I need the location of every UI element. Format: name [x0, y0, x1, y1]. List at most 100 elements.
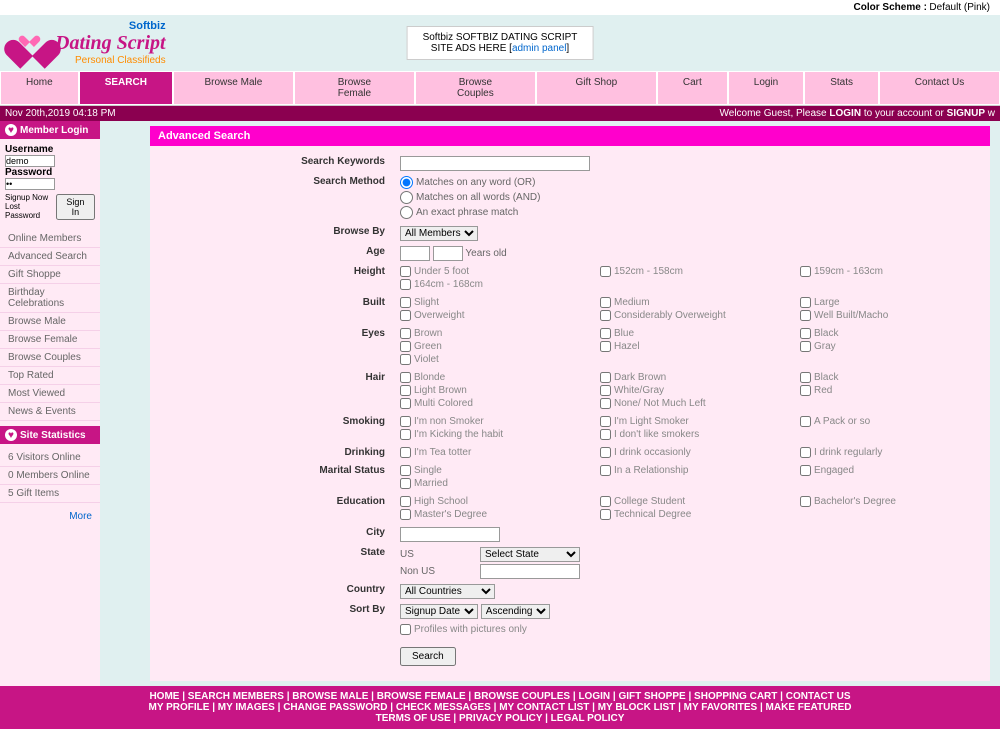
nav-contact[interactable]: Contact Us [879, 71, 1000, 105]
option-checkbox[interactable] [400, 478, 411, 489]
checkbox-option: Black [800, 328, 980, 339]
option-checkbox[interactable] [800, 465, 811, 476]
option-checkbox[interactable] [800, 496, 811, 507]
nav-stats[interactable]: Stats [804, 71, 879, 105]
nav-home[interactable]: Home [0, 71, 79, 105]
footer-line3[interactable]: TERMS OF USE | PRIVACY POLICY | LEGAL PO… [5, 713, 995, 724]
option-checkbox[interactable] [400, 279, 411, 290]
option-checkbox[interactable] [800, 297, 811, 308]
more-link[interactable]: More [0, 508, 100, 525]
sidebar-most-viewed[interactable]: Most Viewed [0, 385, 100, 403]
sidebar-browse-couples[interactable]: Browse Couples [0, 349, 100, 367]
option-checkbox[interactable] [600, 385, 611, 396]
option-checkbox[interactable] [400, 266, 411, 277]
sortdir-select[interactable]: Ascending [481, 604, 550, 619]
sidebar-browse-female[interactable]: Browse Female [0, 331, 100, 349]
lost-password-link[interactable]: Lost Password [5, 202, 56, 220]
nav-browse-male[interactable]: Browse Male [173, 71, 294, 105]
option-checkbox[interactable] [400, 429, 411, 440]
option-checkbox[interactable] [400, 447, 411, 458]
nav-search[interactable]: SEARCH [79, 71, 173, 105]
signin-button[interactable]: Sign In [56, 194, 95, 220]
method-or-radio[interactable] [400, 176, 413, 189]
keywords-input[interactable] [400, 156, 590, 171]
option-checkbox[interactable] [600, 328, 611, 339]
option-checkbox[interactable] [600, 447, 611, 458]
checkbox-option: Married [400, 478, 580, 489]
checkbox-option: Violet [400, 354, 580, 365]
sidebar-online-members[interactable]: Online Members [0, 230, 100, 248]
option-checkbox[interactable] [400, 398, 411, 409]
signup-now-link[interactable]: Signup Now [5, 193, 56, 202]
marital-label: Marital Status [160, 465, 400, 476]
option-checkbox[interactable] [800, 447, 811, 458]
ad-banner: Softbiz SOFTBIZ DATING SCRIPT SITE ADS H… [407, 26, 594, 60]
option-checkbox[interactable] [400, 310, 411, 321]
option-checkbox[interactable] [600, 509, 611, 520]
option-checkbox[interactable] [600, 398, 611, 409]
nav-cart[interactable]: Cart [657, 71, 728, 105]
option-checkbox[interactable] [400, 328, 411, 339]
sidebar-top-rated[interactable]: Top Rated [0, 367, 100, 385]
password-input[interactable] [5, 178, 55, 190]
option-checkbox[interactable] [600, 310, 611, 321]
option-checkbox[interactable] [600, 341, 611, 352]
age-from-input[interactable] [400, 246, 430, 261]
option-checkbox[interactable] [800, 372, 811, 383]
method-exact-radio[interactable] [400, 206, 413, 219]
logo[interactable]: Softbiz Dating Script Personal Classifie… [15, 20, 166, 66]
sidebar-news-events[interactable]: News & Events [0, 403, 100, 421]
option-checkbox[interactable] [400, 509, 411, 520]
login-link[interactable]: LOGIN [829, 108, 861, 119]
nav-browse-female[interactable]: Browse Female [294, 71, 415, 105]
option-checkbox[interactable] [800, 341, 811, 352]
method-label: Search Method [160, 176, 400, 187]
option-checkbox[interactable] [600, 496, 611, 507]
option-checkbox[interactable] [600, 465, 611, 476]
browseby-select[interactable]: All Members [400, 226, 478, 241]
option-checkbox[interactable] [800, 385, 811, 396]
checkbox-option: Hazel [600, 341, 780, 352]
footer-line1[interactable]: HOME | SEARCH MEMBERS | BROWSE MALE | BR… [5, 691, 995, 702]
state-nonus-input[interactable] [480, 564, 580, 579]
option-checkbox[interactable] [400, 354, 411, 365]
age-to-input[interactable] [433, 246, 463, 261]
username-input[interactable] [5, 155, 55, 167]
state-select[interactable]: Select State [480, 547, 580, 562]
option-checkbox[interactable] [600, 372, 611, 383]
nav-browse-couples[interactable]: Browse Couples [415, 71, 536, 105]
option-checkbox[interactable] [800, 416, 811, 427]
option-checkbox[interactable] [400, 341, 411, 352]
search-button[interactable]: Search [400, 647, 456, 666]
method-and-radio[interactable] [400, 191, 413, 204]
footer-line2[interactable]: MY PROFILE | MY IMAGES | CHANGE PASSWORD… [5, 702, 995, 713]
nav-login[interactable]: Login [728, 71, 804, 105]
sidebar-browse-male[interactable]: Browse Male [0, 313, 100, 331]
option-checkbox[interactable] [400, 297, 411, 308]
option-checkbox[interactable] [600, 416, 611, 427]
sidebar-gift-shoppe[interactable]: Gift Shoppe [0, 266, 100, 284]
option-checkbox[interactable] [600, 429, 611, 440]
pictures-checkbox[interactable] [400, 624, 411, 635]
checkbox-option: Overweight [400, 310, 580, 321]
option-checkbox[interactable] [800, 266, 811, 277]
option-checkbox[interactable] [800, 310, 811, 321]
sidebar-advanced-search[interactable]: Advanced Search [0, 248, 100, 266]
option-checkbox[interactable] [600, 297, 611, 308]
option-checkbox[interactable] [400, 496, 411, 507]
logo-dating: Dating Script [55, 32, 166, 55]
sortby-select[interactable]: Signup Date [400, 604, 478, 619]
option-checkbox[interactable] [400, 385, 411, 396]
sidebar-birthday[interactable]: Birthday Celebrations [0, 284, 100, 313]
admin-panel-link[interactable]: admin panel [512, 43, 566, 54]
signup-link[interactable]: SIGNUP [947, 108, 985, 119]
option-checkbox[interactable] [400, 372, 411, 383]
city-input[interactable] [400, 527, 500, 542]
option-checkbox[interactable] [600, 266, 611, 277]
color-scheme-value[interactable]: Default (Pink) [929, 2, 990, 13]
country-select[interactable]: All Countries [400, 584, 495, 599]
nav-gift-shop[interactable]: Gift Shop [536, 71, 657, 105]
option-checkbox[interactable] [400, 465, 411, 476]
option-checkbox[interactable] [400, 416, 411, 427]
option-checkbox[interactable] [800, 328, 811, 339]
